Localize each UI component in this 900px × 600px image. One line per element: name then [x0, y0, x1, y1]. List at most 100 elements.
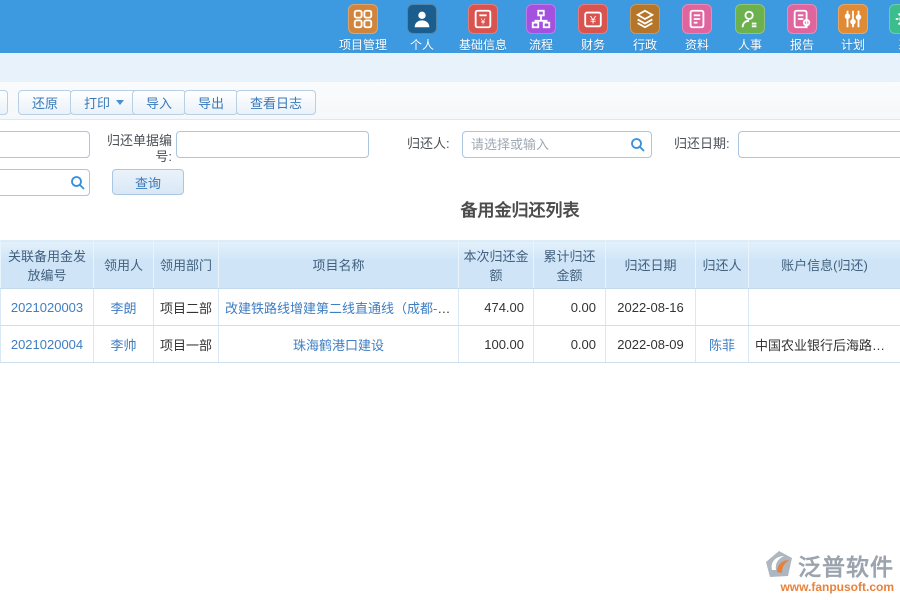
restore-button[interactable]: 还原	[18, 90, 72, 115]
nav-item-basic-info[interactable]: ¥ 基础信息	[459, 4, 507, 53]
nav-label: 资料	[685, 36, 709, 53]
report-mic-icon	[787, 4, 817, 34]
cell-department: 项目一部	[154, 326, 219, 363]
issue-no-link[interactable]: 2021020003	[11, 300, 83, 315]
clipped-toolbar-button[interactable]	[0, 90, 8, 115]
print-button[interactable]: 打印	[70, 90, 138, 115]
restore-label: 还原	[32, 93, 58, 112]
sliders-icon	[838, 4, 868, 34]
receipt-no-input[interactable]	[176, 131, 369, 158]
cell-issue-no: 2021020004	[1, 326, 94, 363]
col-header-project-name: 项目名称	[219, 241, 459, 289]
search-icon[interactable]	[630, 137, 646, 153]
yen-icon: ¥	[578, 4, 608, 34]
nav-item-workflow[interactable]: 流程	[526, 4, 556, 53]
table-row: 2021020004 李帅 项目一部 珠海鹤港口建设 100.00 0.00 2…	[1, 326, 900, 363]
col-header-return-amount: 本次归还金额	[459, 241, 534, 289]
export-button[interactable]: 导出	[184, 90, 238, 115]
nav-item-administration[interactable]: 行政	[630, 4, 660, 53]
clipped-filter-input[interactable]	[0, 131, 90, 158]
cell-returner: 陈菲	[696, 326, 749, 363]
cell-total-returned: 0.00	[534, 326, 606, 363]
cell-return-amount: 474.00	[459, 289, 534, 326]
project-link[interactable]: 改建铁路线增建第二线直通线（成都-西...	[225, 301, 459, 316]
export-label: 导出	[198, 93, 224, 112]
nav-item-planning[interactable]: 计划	[838, 4, 868, 53]
nav-item-hr[interactable]: 人事	[735, 4, 765, 53]
page-title: 备用金归还列表	[0, 196, 900, 221]
nav-item-project-management[interactable]: 项目管理	[339, 4, 387, 53]
col-header-return-date: 归还日期	[606, 241, 696, 289]
nav-item-reports[interactable]: 报告	[787, 4, 817, 53]
table-header-row: 关联备用金发放编号 领用人 领用部门 项目名称 本次归还金额 累计归还金额 归还…	[1, 241, 900, 289]
returner-input[interactable]	[462, 131, 652, 158]
col-header-total-returned: 累计归还金额	[534, 241, 606, 289]
return-list-table: 关联备用金发放编号 领用人 领用部门 项目名称 本次归还金额 累计归还金额 归还…	[0, 240, 900, 363]
col-header-recipient: 领用人	[94, 241, 154, 289]
nav-item-system[interactable]: 系	[889, 4, 900, 53]
app-window: 项目管理 个人 ¥ 基础信息 流程 ¥ 财务	[0, 0, 900, 600]
vendor-watermark: 泛普软件 www.fanpusoft.com	[734, 548, 894, 594]
nav-label: 基础信息	[459, 36, 507, 53]
issue-no-link[interactable]: 2021020004	[11, 337, 83, 352]
person-icon	[407, 4, 437, 34]
nav-item-documents[interactable]: 资料	[682, 4, 712, 53]
import-button[interactable]: 导入	[132, 90, 186, 115]
cell-returner	[696, 289, 749, 326]
nav-label: 计划	[841, 36, 865, 53]
cell-total-returned: 0.00	[534, 289, 606, 326]
col-header-department: 领用部门	[154, 241, 219, 289]
nav-label: 财务	[581, 36, 605, 53]
search-icon[interactable]	[70, 175, 86, 191]
chevron-down-icon	[116, 100, 124, 105]
nav-label: 个人	[410, 36, 434, 53]
returner-label: 归还人:	[407, 136, 457, 152]
nav-item-personal[interactable]: 个人	[407, 4, 437, 53]
sub-header-strip	[0, 53, 900, 82]
layers-icon	[630, 4, 660, 34]
cell-return-date: 2022-08-09	[606, 326, 696, 363]
project-link[interactable]: 珠海鹤港口建设	[293, 338, 384, 353]
grid-icon	[348, 4, 378, 34]
gear-icon	[889, 4, 900, 34]
print-label: 打印	[84, 93, 110, 112]
flowchart-icon	[526, 4, 556, 34]
person-icon	[735, 4, 765, 34]
fanpu-logo-icon	[764, 550, 794, 580]
return-date-input[interactable]	[738, 131, 900, 158]
svg-text:¥: ¥	[589, 15, 597, 27]
nav-item-finance[interactable]: ¥ 财务	[578, 4, 608, 53]
nav-label: 流程	[529, 36, 553, 53]
vendor-url-text: www.fanpusoft.com	[734, 580, 894, 594]
document-icon	[682, 4, 712, 34]
vendor-brand-text: 泛普软件	[798, 548, 894, 582]
nav-label: 报告	[790, 36, 814, 53]
document-yen-icon: ¥	[468, 4, 498, 34]
col-header-returner: 归还人	[696, 241, 749, 289]
returner-link[interactable]: 陈菲	[709, 338, 735, 353]
cell-department: 项目二部	[154, 289, 219, 326]
cell-account-info	[749, 289, 900, 326]
recipient-link[interactable]: 李朗	[110, 301, 136, 316]
return-date-label: 归还日期:	[674, 136, 736, 152]
query-button[interactable]: 查询	[112, 169, 184, 195]
view-log-button[interactable]: 查看日志	[236, 90, 316, 115]
cell-account-info: 中国农业银行后海路支行	[749, 326, 900, 363]
recipient-link[interactable]: 李帅	[110, 338, 136, 353]
receipt-no-label: 归还单据编号:	[98, 133, 172, 165]
cell-issue-no: 2021020003	[1, 289, 94, 326]
cell-project: 改建铁路线增建第二线直通线（成都-西...	[219, 289, 459, 326]
toolbar: 还原 打印 导入 导出 查看日志	[0, 82, 900, 120]
svg-text:¥: ¥	[480, 18, 486, 27]
top-navigation-bar: 项目管理 个人 ¥ 基础信息 流程 ¥ 财务	[0, 0, 900, 53]
cell-return-amount: 100.00	[459, 326, 534, 363]
view-log-label: 查看日志	[250, 93, 302, 112]
cell-return-date: 2022-08-16	[606, 289, 696, 326]
cell-project: 珠海鹤港口建设	[219, 326, 459, 363]
col-header-related-issue-no: 关联备用金发放编号	[1, 241, 94, 289]
nav-label: 人事	[738, 36, 762, 53]
table-row: 2021020003 李朗 项目二部 改建铁路线增建第二线直通线（成都-西...…	[1, 289, 900, 326]
cell-recipient: 李帅	[94, 326, 154, 363]
filter-area: 归还单据编号: 归还人: 归还日期: 查询	[0, 120, 900, 196]
nav-label: 行政	[633, 36, 657, 53]
